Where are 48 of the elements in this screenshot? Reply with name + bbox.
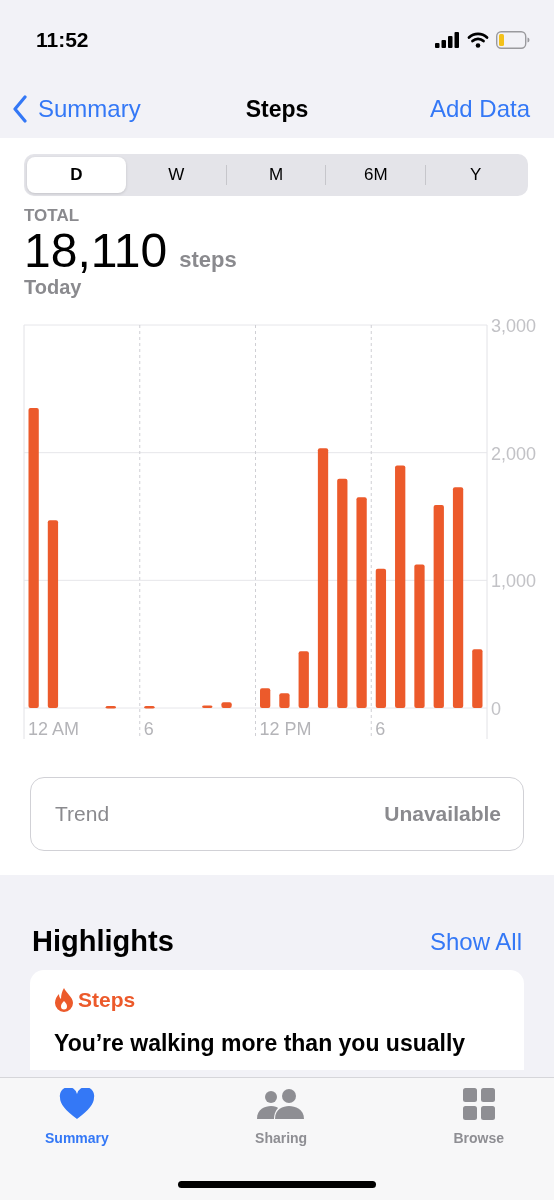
time-label: 6 [143, 719, 154, 740]
axis-label: 0 [491, 699, 501, 720]
add-data-link[interactable]: Add Data [429, 95, 530, 123]
trend-label: Trend [55, 802, 110, 827]
show-all-link[interactable]: Show All [429, 927, 522, 956]
steps-unit: steps [179, 247, 237, 273]
people-icon [257, 1088, 306, 1120]
signal-icon [435, 32, 460, 48]
period-tab[interactable]: M [226, 157, 326, 193]
heart-icon [58, 1088, 95, 1120]
time-label: 12 AM [28, 719, 80, 740]
time-label: 12 PM [259, 719, 312, 740]
chart-bar [260, 688, 271, 709]
highlight-category: Steps [78, 988, 136, 1013]
period-tab[interactable]: W [126, 157, 226, 193]
status-time: 11:52 [36, 28, 89, 52]
section-title: Highlights [32, 925, 174, 959]
page-title: Steps [245, 95, 309, 123]
chevron-left-icon [12, 95, 28, 123]
period-tab[interactable]: Y [426, 157, 525, 193]
grid-icon [462, 1088, 495, 1120]
chart-bar [105, 706, 116, 709]
highlight-text: You’re walking more than you usually [54, 1030, 467, 1058]
date-label: Today [24, 276, 83, 300]
chart-bar [279, 693, 290, 709]
chart-bar [221, 702, 232, 709]
chart-bar [472, 649, 483, 709]
chart-bar [144, 706, 155, 709]
axis-label: 1,000 [491, 571, 537, 592]
flame-icon [54, 988, 74, 1013]
battery-icon [496, 31, 530, 49]
tab-bar-item[interactable]: Sharing [255, 1088, 308, 1146]
highlight-card[interactable]: Steps You’re walking more than you usually [30, 970, 524, 1071]
trend-card[interactable]: Trend Unavailable [30, 777, 524, 852]
back-button[interactable]: Summary [12, 95, 141, 123]
period-tab[interactable]: D [27, 157, 126, 193]
tab-bar-item[interactable]: Browse [453, 1088, 504, 1146]
tab-bar-item[interactable]: Summary [45, 1088, 109, 1146]
total-caption: TOTAL [24, 206, 81, 226]
wifi-icon [467, 32, 489, 48]
axis-label: 2,000 [491, 444, 537, 465]
trend-value: Unavailable [384, 802, 501, 827]
period-tab[interactable]: 6M [326, 157, 426, 193]
steps-total: 18,110 [24, 226, 168, 277]
chart-bar [298, 651, 309, 709]
chart-bar [202, 705, 213, 709]
time-label: 6 [375, 719, 386, 740]
axis-label: 3,000 [491, 316, 537, 337]
